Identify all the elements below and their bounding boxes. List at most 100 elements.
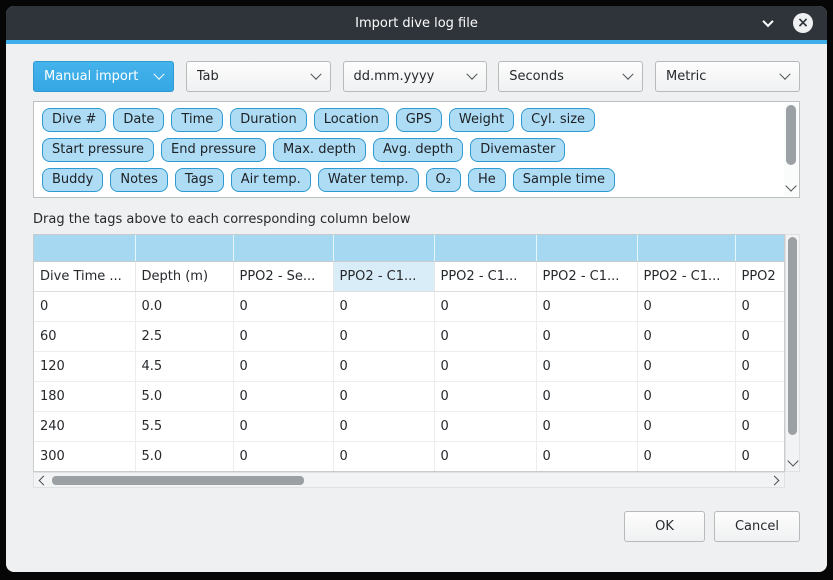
tag-air-temp[interactable]: Air temp. xyxy=(231,168,311,192)
scrollbar-thumb[interactable] xyxy=(788,237,797,435)
tag-location[interactable]: Location xyxy=(314,108,389,132)
column-header[interactable]: PPO2 - C1... xyxy=(333,261,434,291)
tag-avg-depth[interactable]: Avg. depth xyxy=(373,138,463,162)
preview-table-wrap: Dive Time ...Depth (m)PPO2 - Se...PPO2 -… xyxy=(33,234,800,488)
table-cell: 0 xyxy=(536,381,637,411)
column-header[interactable]: PPO2 - C1... xyxy=(536,261,637,291)
chevron-down-icon[interactable] xyxy=(785,180,796,191)
table-cell: 0 xyxy=(34,291,135,321)
table-cell: 0 xyxy=(333,321,434,351)
table-cell: 0 xyxy=(434,381,536,411)
table-cell: 0 xyxy=(536,291,637,321)
titlebar[interactable]: Import dive log file × xyxy=(6,6,827,40)
cancel-button[interactable]: Cancel xyxy=(714,511,800,542)
chevron-down-icon xyxy=(310,68,321,79)
tag-notes[interactable]: Notes xyxy=(110,168,168,192)
tag-time[interactable]: Time xyxy=(171,108,223,132)
column-drop-target[interactable] xyxy=(637,235,735,261)
import-options-row: Manual import Tab dd.mm.yyyy Seconds Met… xyxy=(33,61,800,92)
shade-button[interactable] xyxy=(759,16,777,30)
table-cell: 0 xyxy=(536,321,637,351)
table-cell: 0 xyxy=(333,351,434,381)
tag-end-pressure[interactable]: End pressure xyxy=(161,138,266,162)
titlebar-buttons: × xyxy=(759,6,813,40)
chevron-left-icon[interactable] xyxy=(39,476,49,486)
column-header[interactable]: Dive Time ... xyxy=(34,261,135,291)
column-drop-target[interactable] xyxy=(434,235,536,261)
tag-o[interactable]: O₂ xyxy=(426,168,461,192)
tag-max-depth[interactable]: Max. depth xyxy=(273,138,366,162)
tag-weight[interactable]: Weight xyxy=(449,108,514,132)
tag-dive[interactable]: Dive # xyxy=(42,108,106,132)
table-cell: 2.5 xyxy=(135,321,233,351)
close-button[interactable]: × xyxy=(793,13,813,33)
scrollbar-thumb[interactable] xyxy=(786,105,796,165)
time-format-select[interactable]: Seconds xyxy=(498,61,643,92)
column-drop-target[interactable] xyxy=(536,235,637,261)
tag-he[interactable]: He xyxy=(468,168,506,192)
column-drop-target[interactable] xyxy=(233,235,333,261)
tag-divemaster[interactable]: Divemaster xyxy=(470,138,565,162)
table-cell: 5.0 xyxy=(135,441,233,471)
table-cell: 0 xyxy=(637,441,735,471)
table-row: 2405.5000000 xyxy=(34,411,785,441)
table-cell: 0 xyxy=(233,321,333,351)
scrollbar-thumb[interactable] xyxy=(52,476,304,485)
table-cell: 0 xyxy=(434,351,536,381)
chevron-right-icon[interactable] xyxy=(770,476,780,486)
table-cell: 0 xyxy=(637,351,735,381)
table-row: 1805.0000000 xyxy=(34,381,785,411)
tag-water-temp[interactable]: Water temp. xyxy=(318,168,419,192)
table-cell: 240 xyxy=(34,411,135,441)
date-format-select[interactable]: dd.mm.yyyy xyxy=(343,61,487,92)
table-cell: 120 xyxy=(34,351,135,381)
table-cell: 0 xyxy=(434,291,536,321)
table-cell: 5.0 xyxy=(135,381,233,411)
tag-cyl-size[interactable]: Cyl. size xyxy=(521,108,595,132)
column-drop-target[interactable] xyxy=(735,235,785,261)
column-header[interactable]: PPO2 - Se... xyxy=(233,261,333,291)
field-separator-select[interactable]: Tab xyxy=(186,61,331,92)
table-row: 602.5000000 xyxy=(34,321,785,351)
table-cell: 0 xyxy=(333,441,434,471)
tags-scrollbar[interactable] xyxy=(784,103,798,196)
tag-duration[interactable]: Duration xyxy=(230,108,306,132)
units-select[interactable]: Metric xyxy=(655,61,800,92)
combo-value: Tab xyxy=(197,69,304,84)
tag-date[interactable]: Date xyxy=(113,108,164,132)
table-vertical-scrollbar[interactable] xyxy=(785,234,800,472)
table-cell: 0 xyxy=(333,381,434,411)
tag-gps[interactable]: GPS xyxy=(396,108,442,132)
column-header[interactable]: PPO2 - C1... xyxy=(637,261,735,291)
column-header[interactable]: PPO2 - C1... xyxy=(434,261,536,291)
table-cell: 0 xyxy=(735,441,785,471)
tag-sample-time[interactable]: Sample time xyxy=(513,168,615,192)
column-drop-target[interactable] xyxy=(34,235,135,261)
chevron-down-icon xyxy=(466,68,477,79)
chevron-down-icon xyxy=(153,68,164,79)
instruction-label: Drag the tags above to each correspondin… xyxy=(33,212,800,227)
table-cell: 0 xyxy=(735,381,785,411)
column-header[interactable]: Depth (m) xyxy=(135,261,233,291)
column-header[interactable]: PPO2 xyxy=(735,261,785,291)
combo-value: dd.mm.yyyy xyxy=(354,69,460,84)
table-cell: 0 xyxy=(735,411,785,441)
table-cell: 0 xyxy=(333,291,434,321)
table-row: 00.0000000 xyxy=(34,291,785,321)
table-horizontal-scrollbar[interactable] xyxy=(33,472,785,488)
chevron-down-icon[interactable] xyxy=(787,455,798,466)
grid-area: Dive Time ...Depth (m)PPO2 - Se...PPO2 -… xyxy=(33,234,785,472)
combo-value: Seconds xyxy=(509,69,616,84)
table-cell: 0 xyxy=(735,351,785,381)
table-cell: 60 xyxy=(34,321,135,351)
tag-buddy[interactable]: Buddy xyxy=(42,168,103,192)
chevron-down-icon xyxy=(762,16,773,27)
tag-start-pressure[interactable]: Start pressure xyxy=(42,138,154,162)
ok-button[interactable]: OK xyxy=(624,511,705,542)
column-drop-target[interactable] xyxy=(135,235,233,261)
tag-tags[interactable]: Tags xyxy=(175,168,224,192)
table-cell: 180 xyxy=(34,381,135,411)
import-type-select[interactable]: Manual import xyxy=(33,61,174,92)
column-drop-target[interactable] xyxy=(333,235,434,261)
table-cell: 0 xyxy=(233,441,333,471)
